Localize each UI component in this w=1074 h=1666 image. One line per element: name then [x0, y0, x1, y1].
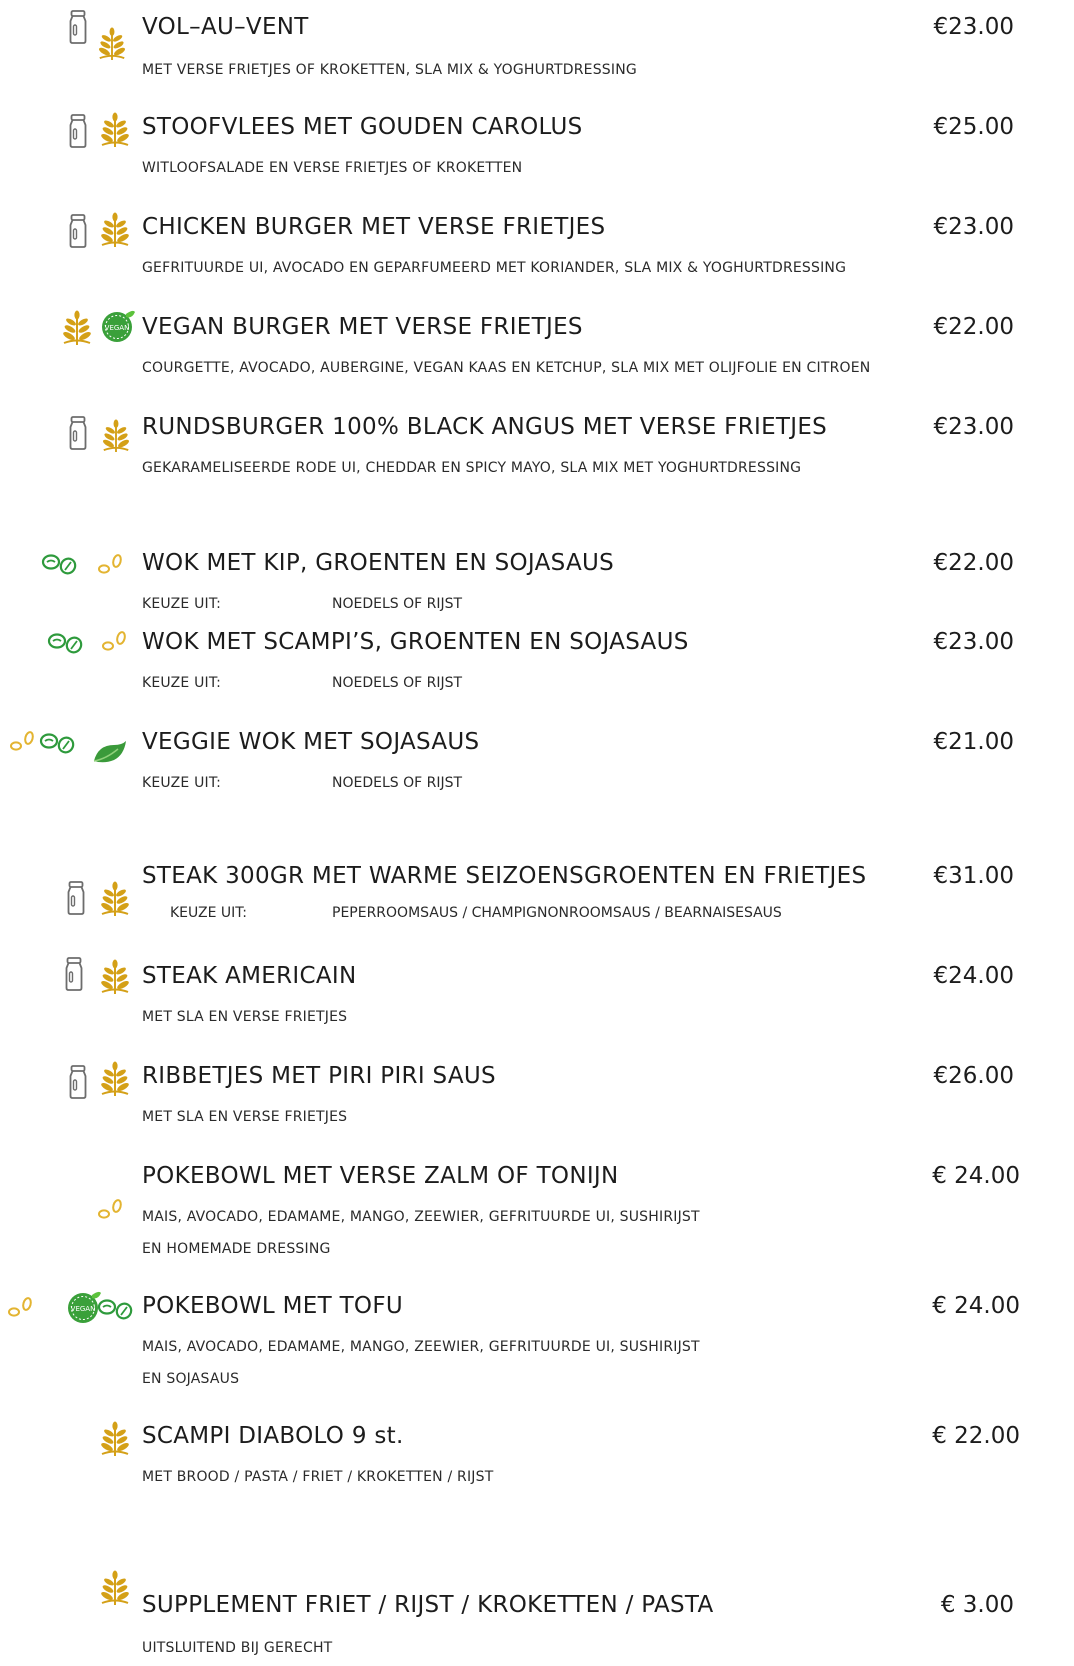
item-title: RIBBETJES MET PIRI PIRI SAUS — [142, 1063, 496, 1089]
item-description: MET SLA EN VERSE FRIETJES — [142, 1009, 348, 1025]
item-title: RUNDSBURGER 100% BLACK ANGUS MET VERSE F… — [142, 414, 828, 440]
item-price: €23.00 — [933, 214, 1014, 240]
wheat-icon — [96, 26, 128, 62]
item-description: MET VERSE FRIETJES OF KROKETTEN, SLA MIX… — [142, 62, 637, 78]
vegetarian-leaf-icon — [92, 739, 128, 765]
item-title: POKEBOWL MET TOFU — [142, 1293, 403, 1319]
item-description-line-2: EN HOMEMADE DRESSING — [142, 1241, 331, 1257]
wheat-icon — [98, 1421, 132, 1457]
item-title: VEGGIE WOK MET SOJASAUS — [142, 729, 480, 755]
sesame-icon — [96, 1197, 126, 1221]
item-price: €21.00 — [933, 729, 1014, 755]
item-price: €22.00 — [933, 314, 1014, 340]
wheat-icon — [98, 1061, 132, 1097]
milk-bottle-icon — [66, 881, 86, 915]
item-price: € 22.00 — [932, 1423, 1020, 1449]
item-title: STEAK 300GR MET WARME SEIZOENSGROENTEN E… — [142, 863, 867, 889]
item-price: €23.00 — [933, 414, 1014, 440]
item-price: €26.00 — [933, 1063, 1014, 1089]
item-description: MAIS, AVOCADO, EDAMAME, MANGO, ZEEWIER, … — [142, 1339, 700, 1355]
item-price: €31.00 — [933, 863, 1014, 889]
item-price: €23.00 — [933, 14, 1014, 40]
sesame-icon — [6, 1295, 36, 1319]
item-title: STEAK AMERICAIN — [142, 963, 357, 989]
item-price: € 24.00 — [932, 1293, 1020, 1319]
option-label: KEUZE UIT: — [142, 775, 222, 791]
milk-bottle-icon — [68, 214, 88, 248]
item-price: €22.00 — [933, 550, 1014, 576]
sesame-icon — [96, 552, 126, 576]
item-title: SUPPLEMENT FRIET / RIJST / KROKETTEN / P… — [142, 1592, 714, 1618]
item-description: GEFRITUURDE UI, AVOCADO EN GEPARFUMEERD … — [142, 260, 847, 276]
soy-bean-icon — [40, 552, 80, 576]
item-title: CHICKEN BURGER MET VERSE FRIETJES — [142, 214, 606, 240]
vegan-badge-icon — [100, 308, 136, 344]
item-price: € 3.00 — [940, 1592, 1014, 1618]
item-description: MAIS, AVOCADO, EDAMAME, MANGO, ZEEWIER, … — [142, 1209, 700, 1225]
item-price: €24.00 — [933, 963, 1014, 989]
milk-bottle-icon — [68, 1065, 88, 1099]
option-value: NOEDELS OF RIJST — [332, 596, 463, 612]
item-title: VEGAN BURGER MET VERSE FRIETJES — [142, 314, 583, 340]
wheat-icon — [98, 881, 132, 917]
item-title: STOOFVLEES MET GOUDEN CAROLUS — [142, 114, 583, 140]
option-label: KEUZE UIT: — [142, 596, 222, 612]
item-description: MET BROOD / PASTA / FRIET / KROKETTEN / … — [142, 1469, 494, 1485]
item-description: GEKARAMELISEERDE RODE UI, CHEDDAR EN SPI… — [142, 460, 802, 476]
item-title: WOK MET SCAMPI’S, GROENTEN EN SOJASAUS — [142, 629, 689, 655]
milk-bottle-icon — [68, 10, 88, 44]
item-title: WOK MET KIP, GROENTEN EN SOJASAUS — [142, 550, 615, 576]
item-description: MET SLA EN VERSE FRIETJES — [142, 1109, 348, 1125]
option-value: PEPERROOMSAUS / CHAMPIGNONROOMSAUS / BEA… — [332, 905, 782, 921]
item-title: VOL–AU–VENT — [142, 14, 309, 40]
wheat-icon — [98, 1570, 132, 1606]
soy-bean-icon — [38, 731, 78, 755]
wheat-icon — [98, 959, 132, 995]
item-title: SCAMPI DIABOLO 9 st. — [142, 1423, 404, 1449]
soy-bean-icon — [46, 631, 86, 655]
item-title: POKEBOWL MET VERSE ZALM OF TONIJN — [142, 1163, 619, 1189]
wheat-icon — [98, 112, 132, 148]
sesame-icon — [8, 729, 38, 753]
milk-bottle-icon — [68, 416, 88, 450]
menu-page: { "menu": { "items": [ {"title": "VOL\u2… — [0, 0, 1074, 1666]
option-label: KEUZE UIT: — [142, 675, 222, 691]
item-price: € 24.00 — [932, 1163, 1020, 1189]
item-description: COURGETTE, AVOCADO, AUBERGINE, VEGAN KAA… — [142, 360, 871, 376]
option-value: NOEDELS OF RIJST — [332, 675, 463, 691]
item-price: €23.00 — [933, 629, 1014, 655]
sesame-icon — [100, 629, 130, 653]
milk-bottle-icon — [68, 114, 88, 148]
milk-bottle-icon — [64, 957, 84, 991]
item-description-line-2: EN SOJASAUS — [142, 1371, 240, 1387]
wheat-icon — [60, 310, 94, 346]
item-description: WITLOOFSALADE EN VERSE FRIETJES OF KROKE… — [142, 160, 523, 176]
item-description: UITSLUITEND BIJ GERECHT — [142, 1640, 333, 1656]
item-price: €25.00 — [933, 114, 1014, 140]
option-value: NOEDELS OF RIJST — [332, 775, 463, 791]
option-label: KEUZE UIT: — [170, 905, 248, 921]
wheat-icon — [100, 418, 132, 454]
soy-bean-icon — [96, 1297, 136, 1321]
wheat-icon — [98, 212, 132, 248]
